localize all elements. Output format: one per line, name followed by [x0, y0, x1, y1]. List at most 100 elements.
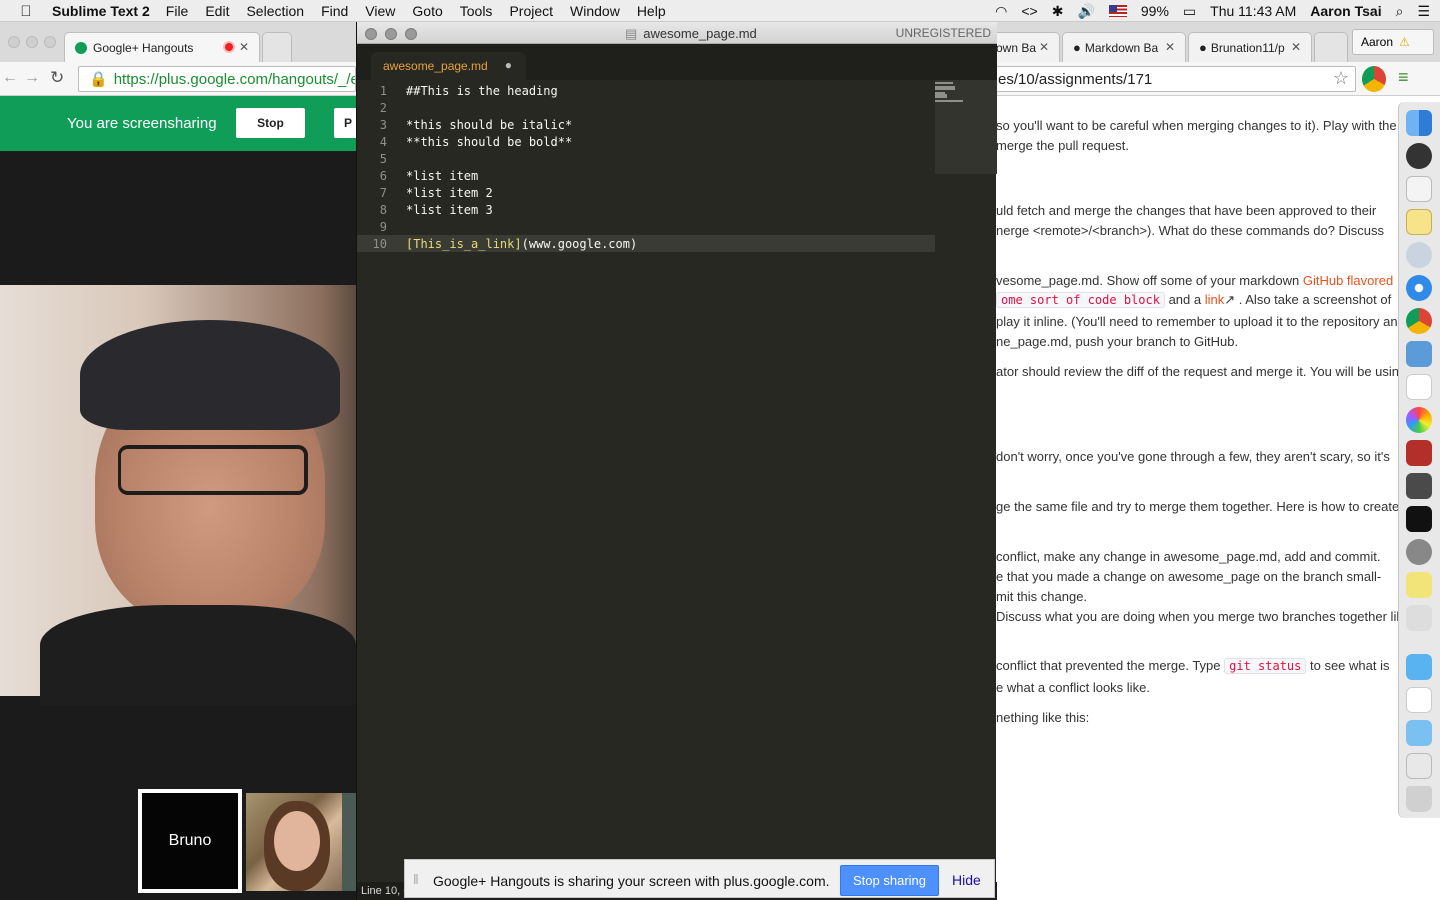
calendar-icon[interactable] [1406, 374, 1432, 400]
participant-thumb-photo[interactable] [246, 793, 342, 891]
menu-goto[interactable]: Goto [412, 3, 442, 19]
menu-icon[interactable]: ≡ [1398, 67, 1409, 88]
line-number: 8 [379, 202, 387, 217]
page-text-line: vesome_page.md. Show off some of your ma… [996, 273, 1393, 288]
present-button-partial[interactable]: P [334, 108, 356, 138]
menu-tools[interactable]: Tools [460, 3, 493, 19]
menu-view[interactable]: View [365, 3, 395, 19]
sublime-minimize-button[interactable] [385, 28, 397, 40]
tab-close-icon[interactable]: ✕ [239, 40, 249, 54]
notes-icon[interactable] [1406, 209, 1432, 235]
github-flavored-link[interactable]: GitHub flavored [1303, 273, 1393, 288]
line-number: 6 [379, 168, 387, 183]
menu-window[interactable]: Window [570, 3, 620, 19]
bluetooth-icon[interactable]: ✱ [1052, 3, 1064, 20]
participant-shirt [40, 605, 356, 705]
photos-icon[interactable] [1406, 407, 1432, 433]
safari-icon[interactable] [1406, 275, 1432, 301]
stop-screenshare-button[interactable]: Stop [236, 108, 305, 138]
back-icon[interactable]: ← [2, 69, 18, 87]
code-line: 9 [357, 218, 997, 235]
new-tab-button[interactable] [262, 32, 292, 62]
chrome-icon[interactable] [1406, 308, 1432, 334]
input-source-flag-icon[interactable] [1108, 5, 1127, 17]
finder-icon[interactable] [1406, 110, 1432, 136]
battery-icon[interactable]: ▭ [1183, 3, 1196, 20]
battery-percent[interactable]: 99% [1141, 3, 1169, 19]
chrome-minimize-button[interactable] [26, 36, 38, 48]
terminal-icon[interactable] [1406, 506, 1432, 532]
tab-google-hangouts[interactable]: Google+ Hangouts ✕ [64, 32, 260, 62]
tab-close-icon[interactable]: ✕ [1039, 40, 1049, 54]
stop-sharing-button[interactable]: Stop sharing [840, 865, 939, 896]
screenshare-notification-bar: ‖ Google+ Hangouts is sharing your scree… [404, 859, 995, 898]
address-url-right: es/10/assignments/171 [998, 70, 1153, 88]
app-store-folder-icon[interactable] [1406, 654, 1432, 680]
menu-project[interactable]: Project [509, 3, 553, 19]
unsaved-dot-icon[interactable]: ● [505, 58, 512, 72]
user-name[interactable]: Aaron Tsai [1310, 3, 1381, 19]
sublime-text-icon[interactable] [1406, 473, 1432, 499]
tab-label: Brunation11/p [1210, 40, 1285, 55]
address-bar[interactable]: 🔒 https://plus.google.com/hangouts/_/eve [78, 66, 356, 92]
tab-awesome-page[interactable]: awesome_page.md ● [371, 52, 526, 80]
mail-icon[interactable] [1406, 341, 1432, 367]
document-icon[interactable] [1406, 687, 1432, 713]
wifi-icon[interactable]: ◠ [995, 3, 1007, 20]
tab-close-icon[interactable]: ✕ [1291, 40, 1301, 54]
spotlight-icon[interactable]: ⌕ [1396, 3, 1404, 20]
menu-file[interactable]: File [166, 3, 189, 19]
code-editor[interactable]: 1 ##This is the heading 2 3 *this should b… [357, 80, 997, 252]
system-preferences-icon[interactable] [1406, 539, 1432, 565]
reminders-icon[interactable] [1406, 176, 1432, 202]
code-sync-icon[interactable]: <> [1021, 3, 1037, 19]
downloads-stack-icon[interactable] [1406, 753, 1432, 779]
notification-center-icon[interactable]: ☰ [1417, 3, 1430, 20]
participant-name: Bruno [168, 832, 212, 849]
tab-close-icon[interactable]: ✕ [1165, 40, 1175, 54]
launchpad-icon[interactable] [1406, 242, 1432, 268]
chrome-extension-new-icon[interactable] [1362, 66, 1386, 92]
stickies-icon[interactable] [1406, 572, 1432, 598]
tab-brunation11[interactable]: ● Brunation11/p ✕ [1188, 32, 1312, 62]
forward-icon[interactable]: → [24, 69, 40, 87]
chrome-close-button[interactable] [8, 36, 20, 48]
menu-edit[interactable]: Edit [205, 3, 229, 19]
profile-button[interactable]: Aaron ⚠ [1352, 29, 1434, 55]
minimap-line [935, 96, 947, 98]
trash-icon[interactable] [1406, 786, 1432, 812]
tab-markdown-basics-partial[interactable]: own Ba ✕ [996, 32, 1060, 62]
line-number: 1 [379, 83, 387, 98]
clock[interactable]: Thu 11:43 AM [1210, 3, 1296, 19]
hide-link[interactable]: Hide [952, 872, 981, 888]
participant-thumb-partial[interactable] [342, 793, 356, 891]
menu-find[interactable]: Find [321, 3, 348, 19]
menu-selection[interactable]: Selection [246, 3, 304, 19]
line-number: 9 [379, 219, 387, 234]
link-anchor[interactable]: link [1205, 292, 1225, 307]
sd-app-icon[interactable] [1406, 605, 1432, 631]
sublime-zoom-button[interactable] [405, 28, 417, 40]
sublime-close-button[interactable] [365, 28, 377, 40]
minimap-line [935, 88, 955, 90]
volume-icon[interactable]: 🔊 [1077, 3, 1094, 20]
line-number: 5 [379, 151, 387, 166]
tab-markdown-basics[interactable]: ● Markdown Ba ✕ [1062, 32, 1186, 62]
dashboard-icon[interactable] [1406, 143, 1432, 169]
participant-thumb-selected[interactable]: Bruno [138, 789, 242, 893]
reload-icon[interactable]: ↻ [50, 68, 64, 88]
dictionary-icon[interactable] [1406, 440, 1432, 466]
new-tab-button-right[interactable] [1314, 32, 1348, 62]
address-bar-right[interactable]: es/10/assignments/171 ☆ [996, 66, 1356, 92]
folder-icon[interactable] [1406, 720, 1432, 746]
bookmark-star-icon[interactable]: ☆ [1333, 68, 1349, 89]
drag-handle-icon[interactable]: ‖ [413, 871, 419, 887]
menu-app-name[interactable]: Sublime Text 2 [52, 3, 150, 19]
code-line: 2 [357, 99, 997, 116]
chrome-zoom-button[interactable] [44, 36, 56, 48]
line-number: 3 [379, 117, 387, 132]
page-text: . Also take a screenshot of [1235, 292, 1392, 307]
recording-icon [223, 41, 235, 53]
menu-help[interactable]: Help [637, 3, 666, 19]
apple-menu-icon[interactable]:  [0, 3, 52, 20]
